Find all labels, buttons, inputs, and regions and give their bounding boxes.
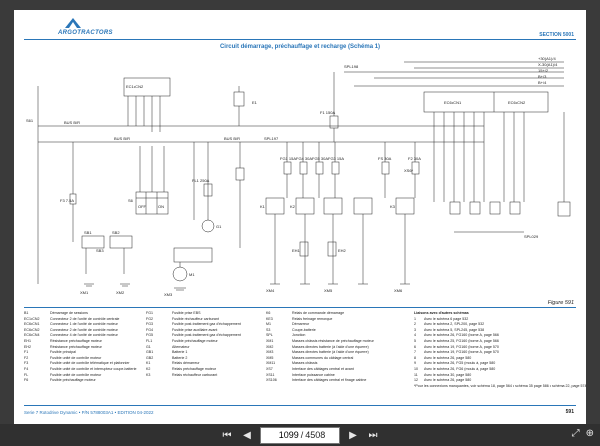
comp-label-eh2: EH2	[338, 248, 347, 253]
bus-label-2: BUS B/R	[224, 136, 240, 141]
last-page-icon[interactable]: ⏭	[366, 430, 380, 441]
wiring-diagram: EC1•CN2 EC6•CN1 EC6•CN2 +30(A1)/4 X-30(A…	[26, 56, 571, 297]
comp-label-eh1: EH1	[292, 248, 301, 253]
legend-rule	[24, 307, 576, 308]
fuse-label-fl1: FL1 250A	[192, 178, 210, 183]
bus-label-3: BUS B/R	[114, 136, 130, 141]
footer-text: Serie 7 Rotodrive Dynamic • P/N 5788003A…	[24, 410, 154, 415]
legend-entry: K3 Relais réchauffeur carburant	[146, 373, 264, 379]
ecu-label-ec1: EC1•CN2	[126, 84, 144, 89]
brand-name: ARGOTRACTORS	[58, 30, 113, 36]
legend-text: Relais réchauffeur carburant	[172, 372, 218, 377]
document-page: ARGOTRACTORS SECTION 5001 Circuit démarr…	[14, 10, 586, 424]
ground-label-xm3: XM3	[164, 292, 173, 297]
ground-label-xm2: XM2	[116, 290, 125, 295]
first-page-icon[interactable]: ⏮	[220, 430, 234, 441]
legend-col-4: Liaisons avec d'autres schémas 1 Avec le …	[414, 311, 586, 390]
fuse-label-f1: F1 150A	[320, 110, 335, 115]
argo-logo-icon	[65, 18, 81, 28]
comp-label-sb1: SB1	[84, 230, 92, 235]
legend-col-3: K6 Relais de commande démarrage KE3 Relais …	[266, 311, 406, 384]
right-label-3: 15+/2	[538, 68, 549, 73]
comp-label-xs6: XS6*	[404, 168, 414, 173]
legend-col-2: FG1 Fusible prise EBS FG2 Fusible réchauffe…	[146, 311, 264, 378]
comp-label-spl198: SPL198	[344, 64, 359, 69]
comp-label-spl029: SPL029	[524, 234, 539, 239]
ground-label-xm6: XM6	[394, 288, 403, 293]
switch-label-s6: S6	[128, 198, 134, 203]
switch-label-off: OFF	[138, 204, 147, 209]
zoom-icon[interactable]: ⊕	[586, 428, 594, 439]
switch-label-on: ON	[158, 204, 164, 209]
page-indicator: / 4508	[260, 426, 340, 444]
legend-entry: * Pour les connexions manquantes, voir sc…	[414, 384, 586, 390]
pdf-toolbar: ⏮ ◀ / 4508 ▶ ⏭ ⤢ ⊕	[0, 424, 600, 446]
legend-code: F6	[24, 378, 29, 383]
footer-rule	[24, 405, 576, 406]
legend-code: K3	[146, 372, 151, 377]
toolbar-right: ⤢ ⊕	[572, 428, 594, 439]
legend-entry: F6 Fusible préchauffage moteur	[24, 378, 144, 384]
fuse-label-fs: FS 30A	[378, 156, 392, 161]
section-label: SECTION 5001	[539, 32, 574, 38]
legend-text: Pour les connexions manquantes, voir sch…	[415, 383, 586, 388]
ground-label-xm1: XM1	[80, 290, 89, 295]
comp-label-sb3: SB3	[96, 248, 104, 253]
comp-label-s61: S61	[26, 118, 34, 123]
next-page-icon[interactable]: ▶	[346, 430, 360, 441]
fuse-label-fg3: FG3 15A	[328, 156, 344, 161]
page-number-input[interactable]	[274, 430, 299, 440]
legend-code: XS106	[266, 378, 277, 383]
fuse-label-fg4: FG4 30A	[296, 156, 312, 161]
prev-page-icon[interactable]: ◀	[240, 430, 254, 441]
figure-label: Figure 591	[547, 300, 574, 306]
ground-label-xm4: XM4	[266, 288, 275, 293]
page-separator: /	[300, 430, 304, 440]
comp-label-k2: K2	[290, 204, 296, 209]
comp-label-spl197: SPL197	[264, 136, 279, 141]
comp-label-sb2: SB2	[112, 230, 120, 235]
comp-label-k3: K3	[390, 204, 396, 209]
legend-text: Fusible préchauffage moteur	[50, 378, 96, 383]
fuse-label-fg5: FG5 30A	[312, 156, 328, 161]
legend-col-1: B1 Démarrage de sessions EC1•CN2 Connecteur…	[24, 311, 144, 384]
fullscreen-icon[interactable]: ⤢	[572, 428, 580, 439]
right-label-4: B+/3	[538, 74, 547, 79]
legend-entry: XS106 Interface des câblages central et f…	[266, 378, 406, 384]
ecu-label-ec6b: EC6•CN2	[508, 100, 526, 105]
diagram-title: Circuit démarrage, préchauffage et recha…	[219, 44, 381, 50]
right-label-2: X-30(A1)/4	[538, 62, 558, 67]
fuse-label-f3: F3 7.5A	[60, 198, 74, 203]
page-number: 591	[565, 409, 574, 415]
ecu-label-ec6: EC6•CN1	[444, 100, 462, 105]
right-label-5: B+/4	[538, 80, 547, 85]
comp-label-e1: E1	[252, 100, 258, 105]
comp-label-k1: K1	[260, 204, 266, 209]
fuse-label-f2: F2 30A	[408, 156, 421, 161]
right-label-1: +30(A1)/4	[538, 56, 556, 61]
ground-label-xm5: XM5	[324, 288, 333, 293]
total-pages: 4508	[305, 430, 326, 440]
comp-label-m1: M1	[189, 272, 195, 277]
comp-label-g1: G1	[216, 224, 222, 229]
header-rule	[24, 39, 576, 40]
fuse-label-fg1: FG1 15A	[280, 156, 296, 161]
legend-text: Interface des câblages central et finage…	[292, 378, 367, 383]
bus-label-1: BUS B/R	[64, 120, 80, 125]
